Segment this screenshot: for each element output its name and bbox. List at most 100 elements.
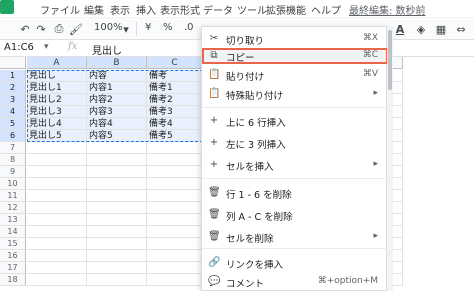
- percent-format-button[interactable]: %: [163, 22, 173, 33]
- menu-data[interactable]: データ: [203, 2, 233, 17]
- row-header[interactable]: 16: [0, 250, 26, 262]
- menu-item-3[interactable]: 📋 貼り付け ⌘V: [202, 67, 388, 83]
- menu-view[interactable]: 表示: [110, 2, 130, 17]
- table-cell[interactable]: [87, 154, 147, 166]
- table-cell[interactable]: [27, 166, 87, 178]
- row-header[interactable]: 6: [0, 130, 26, 142]
- row-header[interactable]: 7: [0, 142, 26, 154]
- menu-tools[interactable]: ツール: [237, 2, 267, 17]
- row-header[interactable]: 18: [0, 274, 26, 286]
- table-cell[interactable]: [87, 202, 147, 214]
- formula-input[interactable]: 見出し: [92, 42, 122, 57]
- row-header[interactable]: 11: [0, 190, 26, 202]
- row-header[interactable]: 8: [0, 154, 26, 166]
- table-cell[interactable]: [27, 154, 87, 166]
- plus-icon: +: [209, 115, 219, 126]
- table-cell[interactable]: [27, 190, 87, 202]
- table-cell[interactable]: [147, 154, 203, 166]
- table-cell[interactable]: [27, 178, 87, 190]
- column-header-a[interactable]: A: [27, 57, 87, 69]
- table-cell[interactable]: [147, 142, 203, 154]
- table-cell[interactable]: [27, 238, 87, 250]
- name-box[interactable]: A1:C6: [4, 42, 34, 53]
- sheets-logo-icon[interactable]: [0, 0, 14, 14]
- table-cell[interactable]: [87, 238, 147, 250]
- currency-format-button[interactable]: ¥: [145, 22, 151, 33]
- print-icon[interactable]: ⎙: [52, 22, 66, 36]
- menu-edit[interactable]: 編集: [84, 2, 104, 17]
- undo-icon[interactable]: ↶: [18, 22, 32, 36]
- menu-item-10[interactable]: 🗑 セルを削除 ▸: [202, 229, 388, 245]
- menu-format[interactable]: 表示形式: [160, 2, 200, 17]
- table-cell[interactable]: [27, 274, 87, 286]
- row-header[interactable]: 17: [0, 262, 26, 274]
- table-cell[interactable]: [27, 262, 87, 274]
- row-header[interactable]: 13: [0, 214, 26, 226]
- menu-item-2[interactable]: ⧉ コピー ⌘C: [202, 48, 388, 64]
- table-cell[interactable]: [27, 214, 87, 226]
- column-header-b[interactable]: B: [87, 57, 147, 69]
- merge-cells-icon[interactable]: ⇔: [454, 22, 468, 36]
- row-header[interactable]: 2: [0, 82, 26, 94]
- row-header[interactable]: 3: [0, 94, 26, 106]
- table-cell[interactable]: [87, 166, 147, 178]
- table-cell[interactable]: [147, 214, 203, 226]
- row-header[interactable]: 14: [0, 226, 26, 238]
- table-cell[interactable]: [87, 262, 147, 274]
- row-header[interactable]: 1: [0, 70, 26, 82]
- table-cell[interactable]: [147, 178, 203, 190]
- menu-item-1[interactable]: ✂ 切り取り ⌘X: [202, 31, 388, 47]
- borders-icon[interactable]: ▦: [434, 22, 448, 36]
- row-header[interactable]: 10: [0, 178, 26, 190]
- table-cell[interactable]: [87, 250, 147, 262]
- table-cell[interactable]: [87, 142, 147, 154]
- table-cell[interactable]: [27, 226, 87, 238]
- menu-extensions[interactable]: 拡張機能: [266, 2, 306, 17]
- table-cell[interactable]: [27, 250, 87, 262]
- menu-item-11[interactable]: 🔗 リンクを挿入: [202, 255, 388, 271]
- fill-color-icon[interactable]: ◈: [414, 22, 428, 36]
- menu-item-5[interactable]: + 上に 6 行挿入: [202, 113, 388, 129]
- row-header[interactable]: 5: [0, 118, 26, 130]
- vertical-scrollbar[interactable]: [387, 26, 393, 291]
- menu-item-12[interactable]: 💬 コメント ⌘+option+M: [202, 274, 388, 290]
- redo-icon[interactable]: ↷: [34, 22, 48, 36]
- row-header[interactable]: 4: [0, 106, 26, 118]
- table-cell[interactable]: [27, 142, 87, 154]
- table-cell[interactable]: [147, 250, 203, 262]
- scrollbar-thumb[interactable]: [388, 30, 392, 90]
- table-cell[interactable]: [87, 226, 147, 238]
- table-cell[interactable]: [147, 202, 203, 214]
- decimal-decrease-button[interactable]: .0: [184, 22, 194, 33]
- table-cell[interactable]: [87, 214, 147, 226]
- table-cell[interactable]: [87, 190, 147, 202]
- table-cell[interactable]: [147, 226, 203, 238]
- table-cell[interactable]: [147, 238, 203, 250]
- text-color-button[interactable]: A: [393, 22, 407, 36]
- menu-item-6[interactable]: + 左に 3 列挿入: [202, 135, 388, 151]
- table-cell[interactable]: [87, 274, 147, 286]
- row-header[interactable]: 12: [0, 202, 26, 214]
- paint-format-icon[interactable]: 🖌: [69, 22, 83, 36]
- menu-insert[interactable]: 挿入: [136, 2, 156, 17]
- column-header-c[interactable]: C: [147, 57, 203, 69]
- select-all-corner[interactable]: [0, 57, 26, 69]
- row-header[interactable]: 15: [0, 238, 26, 250]
- menu-item-7[interactable]: + セルを挿入 ▸: [202, 157, 388, 173]
- table-cell[interactable]: [27, 202, 87, 214]
- table-cell[interactable]: [87, 178, 147, 190]
- table-cell[interactable]: [147, 166, 203, 178]
- menu-item-9[interactable]: 🗑 列 A - C を削除: [202, 207, 388, 223]
- table-cell[interactable]: [147, 262, 203, 274]
- menu-item-4[interactable]: 📋 特殊貼り付け ▸: [202, 86, 388, 102]
- menu-item-8[interactable]: 🗑 行 1 - 6 を削除: [202, 185, 388, 201]
- menu-help[interactable]: ヘルプ: [311, 2, 341, 17]
- menu-item-shortcut: ▸: [373, 231, 378, 241]
- row-header[interactable]: 9: [0, 166, 26, 178]
- table-cell[interactable]: [147, 190, 203, 202]
- menu-file[interactable]: ファイル: [40, 2, 80, 17]
- name-box-chevron-icon[interactable]: ▾: [44, 42, 49, 52]
- table-cell[interactable]: [147, 274, 203, 286]
- last-edit-link[interactable]: 最終編集: 数秒前: [349, 2, 426, 17]
- chevron-down-icon[interactable]: ▾: [119, 22, 133, 36]
